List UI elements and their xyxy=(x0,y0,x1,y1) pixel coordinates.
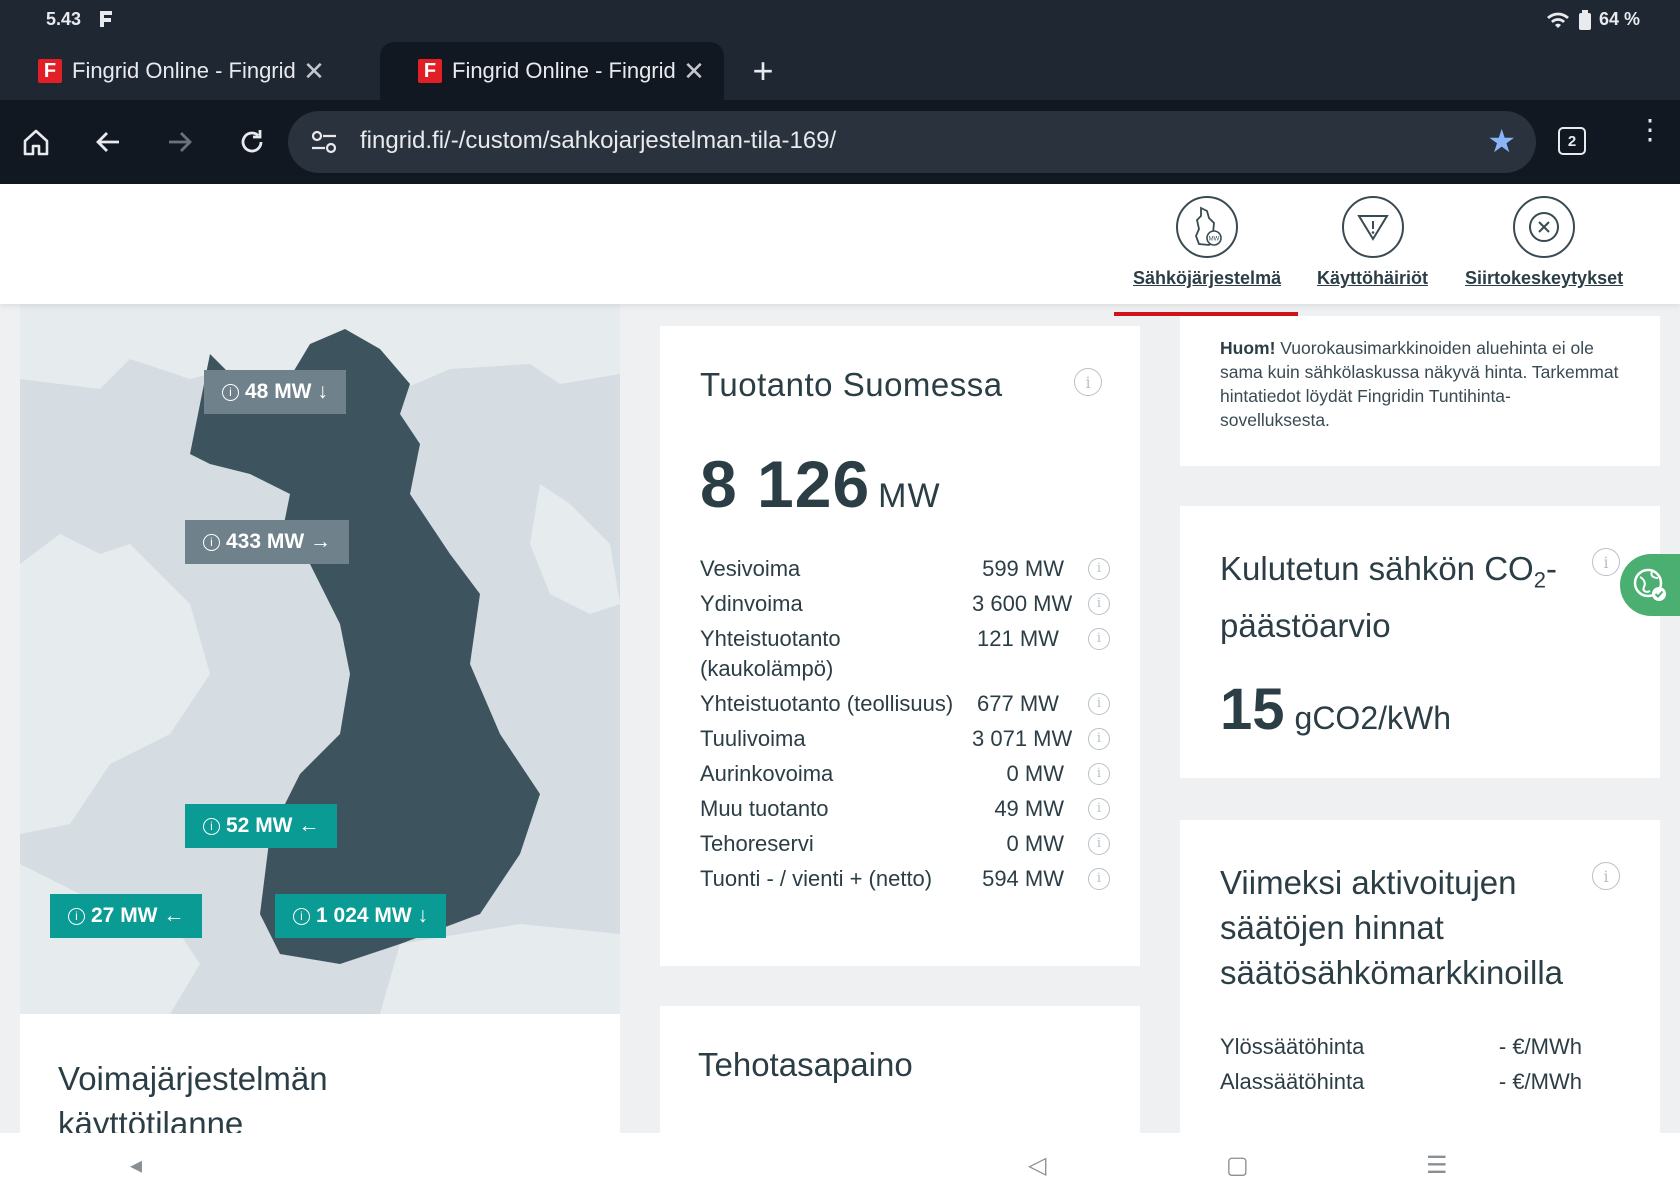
price-notice-text: Huom! Vuorokausimarkkinoiden aluehinta e… xyxy=(1220,338,1619,430)
warning-icon xyxy=(1341,196,1404,258)
wifi-icon xyxy=(1546,12,1569,28)
info-icon[interactable]: i xyxy=(1088,798,1110,820)
production-row: Aurinkovoima 0 MW i xyxy=(700,759,1110,789)
nav-label: Sähköjärjestelmä xyxy=(1133,268,1282,288)
bookmark-star-icon[interactable]: ★ xyxy=(1487,125,1516,157)
arrow-left-icon: ← xyxy=(298,814,320,837)
language-globe-button[interactable] xyxy=(1620,554,1680,616)
info-icon[interactable]: i xyxy=(1074,368,1102,396)
co2-card: Kulutetun sähkön CO2-päästöarvio i 15 gCO… xyxy=(1180,506,1660,778)
power-balance-card: Tehotasapaino xyxy=(660,1006,1140,1133)
production-row: Ydinvoima 3 600 MW i xyxy=(700,589,1110,619)
flow-label-north[interactable]: i 48 MW ↓ xyxy=(204,370,346,414)
home-square-icon[interactable]: ▢ xyxy=(1226,1151,1249,1180)
production-table: Vesivoima 599 MW i Ydinvoima 3 600 MW i Yhte… xyxy=(700,554,1110,899)
info-icon: i xyxy=(68,907,85,925)
nav-label: Siirtokeskeytykset xyxy=(1465,268,1624,288)
power-system-card: Voimajärjestelmän käyttötilanne xyxy=(20,1014,620,1142)
production-row: Tuonti - / vienti + (netto) 594 MW i xyxy=(700,864,1110,894)
globe-check-icon xyxy=(1633,568,1666,601)
close-tab-icon[interactable]: ✕ xyxy=(680,56,708,87)
info-icon: i xyxy=(203,533,220,551)
tab-title: Fingrid Online - Fingrid xyxy=(452,58,676,83)
production-row: Tuulivoima 3 071 MW i xyxy=(700,724,1110,754)
arrow-left-icon: ← xyxy=(163,904,185,927)
status-time: 5.43 xyxy=(46,9,82,29)
production-row: Yhteistuotanto (kaukolämpö) 121 MW i xyxy=(700,624,1110,684)
flow-label-aland[interactable]: i 27 MW ← xyxy=(50,894,203,938)
info-icon[interactable]: i xyxy=(1088,833,1110,855)
production-title: Tuotanto Suomessa xyxy=(700,366,1003,403)
forward-arrow-icon[interactable] xyxy=(158,120,202,164)
info-icon[interactable]: i xyxy=(1088,558,1110,580)
site-settings-icon[interactable] xyxy=(310,129,338,155)
flow-label-estonia[interactable]: i1 024 MW ↓ xyxy=(275,894,447,938)
system-nav-bar: ◂ ◁ ▢ ☰ xyxy=(0,1133,1680,1200)
info-icon[interactable]: i xyxy=(1088,868,1110,890)
power-balance-title: Tehotasapaino xyxy=(698,1046,913,1083)
back-arrow-icon[interactable] xyxy=(86,120,130,164)
info-icon[interactable]: i xyxy=(1088,693,1110,715)
url-text: fingrid.fi/-/custom/sahkojarjestelman-ti… xyxy=(360,127,837,154)
browser-toolbar: fingrid.fi/-/custom/sahkojarjestelman-ti… xyxy=(0,100,1680,184)
reload-icon[interactable] xyxy=(230,120,274,164)
info-icon: i xyxy=(222,383,239,401)
price-notice-card: Huom! Vuorokausimarkkinoiden aluehinta e… xyxy=(1180,316,1660,466)
more-menu-icon[interactable]: ⋮ xyxy=(1636,116,1664,144)
browser-tab-2[interactable]: F Fingrid Online - Fingrid ✕ xyxy=(380,42,724,100)
site-header: MW Sähköjärjestelmä Käyttöhäiriöt Siirto… xyxy=(0,184,1680,316)
tab-title: Fingrid Online - Fingrid xyxy=(72,58,296,83)
nav-siirtokeskeytykset[interactable]: Siirtokeskeytykset xyxy=(1465,196,1623,289)
balancing-prices-card: Viimeksi aktivoitujen säätöjen hinnat sä… xyxy=(1180,820,1660,1133)
transmission-map: i 48 MW ↓ i 433 MW → i 52 MW ← i 27 MW ← i1 … xyxy=(20,304,620,1014)
close-circle-icon xyxy=(1513,196,1576,258)
production-row: Vesivoima 599 MW i xyxy=(700,554,1110,584)
arrow-right-icon: → xyxy=(310,530,332,553)
back-triangle-icon[interactable]: ◂ xyxy=(130,1151,142,1180)
fingrid-app-icon xyxy=(100,11,112,27)
fingrid-favicon-icon: F xyxy=(418,59,442,83)
production-row: Yhteistuotanto (teollisuus) 677 MW i xyxy=(700,689,1110,719)
info-icon[interactable]: i xyxy=(1088,763,1110,785)
nav-label: Käyttöhäiriöt xyxy=(1317,268,1429,288)
nav-kayttohairiot[interactable]: Käyttöhäiriöt xyxy=(1317,196,1428,289)
address-bar[interactable]: fingrid.fi/-/custom/sahkojarjestelman-ti… xyxy=(288,111,1536,173)
balancing-price-row: Ylössäätöhinta - €/MWh xyxy=(1220,1034,1582,1059)
production-total: 8 126 MW xyxy=(700,447,941,521)
info-icon[interactable]: i xyxy=(1592,548,1620,576)
info-icon[interactable]: i xyxy=(1088,628,1110,650)
tab-strip: F Fingrid Online - Fingrid ✕ F Fingrid O… xyxy=(0,38,1680,100)
info-icon[interactable]: i xyxy=(1088,593,1110,615)
arrow-down-icon: ↓ xyxy=(417,904,429,927)
balancing-title: Viimeksi aktivoitujen säätöjen hinnat sä… xyxy=(1220,864,1564,991)
co2-title: Kulutetun sähkön CO2-päästöarvio xyxy=(1220,550,1557,644)
close-tab-icon[interactable]: ✕ xyxy=(300,56,328,87)
production-row: Muu tuotanto 49 MW i xyxy=(700,794,1110,824)
home-icon[interactable] xyxy=(14,120,58,164)
active-tab-indicator xyxy=(1114,312,1298,316)
svg-text:MW: MW xyxy=(1209,237,1220,243)
fingrid-favicon-icon: F xyxy=(38,59,62,83)
battery-icon xyxy=(1578,9,1591,30)
battery-level: 64 % xyxy=(1598,9,1640,29)
info-icon: i xyxy=(293,907,310,925)
production-row: Tehoreservi 0 MW i xyxy=(700,829,1110,859)
co2-value: 15 gCO2/kWh xyxy=(1220,677,1451,742)
back-nav-icon[interactable]: ◁ xyxy=(1028,1151,1046,1180)
arrow-down-icon: ↓ xyxy=(317,380,328,403)
new-tab-plus-icon[interactable]: + xyxy=(748,50,778,92)
production-card: Tuotanto Suomessa i 8 126 MW Vesivoima 599… xyxy=(660,326,1140,966)
browser-tab-1[interactable]: F Fingrid Online - Fingrid ✕ xyxy=(0,42,344,100)
info-icon[interactable]: i xyxy=(1592,862,1620,890)
flow-label-sweden-north[interactable]: i 433 MW → xyxy=(185,520,350,564)
status-bar: 5.43 64 % xyxy=(0,0,1680,38)
nav-sahkojarjestelma[interactable]: MW Sähköjärjestelmä xyxy=(1114,196,1298,316)
info-icon[interactable]: i xyxy=(1088,728,1110,750)
recents-menu-icon[interactable]: ☰ xyxy=(1426,1151,1448,1180)
tab-switcher-button[interactable]: 2 xyxy=(1558,127,1586,155)
finland-map-icon: MW xyxy=(1176,196,1239,258)
balancing-price-row: Alassäätöhinta - €/MWh xyxy=(1220,1069,1582,1094)
flow-label-sweden-south[interactable]: i 52 MW ← xyxy=(185,804,338,848)
info-icon: i xyxy=(203,817,220,835)
